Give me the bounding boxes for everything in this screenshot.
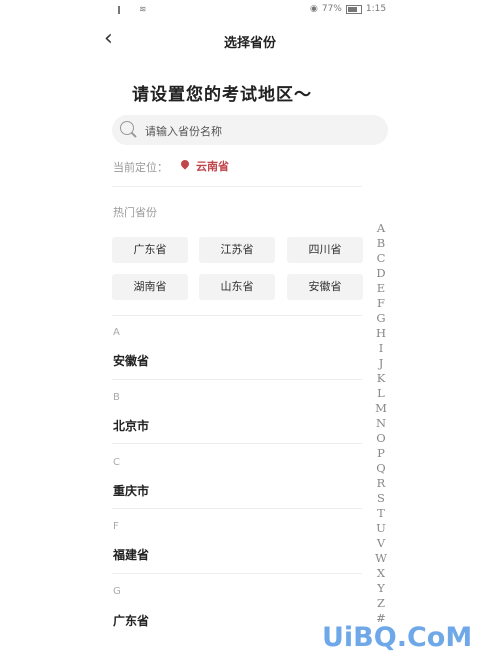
index-letter[interactable]: C xyxy=(377,251,386,266)
watermark: UiBQ.CoM xyxy=(322,622,473,653)
index-letter[interactable]: U xyxy=(376,521,386,536)
group-letter-a: A xyxy=(113,327,120,338)
index-letter[interactable]: E xyxy=(377,281,385,296)
divider xyxy=(112,443,362,444)
index-letter[interactable]: J xyxy=(379,356,384,371)
index-letter[interactable]: Y xyxy=(377,581,385,596)
index-letter[interactable]: O xyxy=(376,431,385,446)
group-letter-g: G xyxy=(113,586,121,597)
header: 选择省份 ‹ xyxy=(0,24,500,58)
page-title: 选择省份 xyxy=(223,36,276,51)
index-letter[interactable]: A xyxy=(377,221,385,236)
alphabet-index[interactable]: A B C D E F G H I J K L M N O P Q R S T U V W X Y Z # xyxy=(372,221,390,626)
chevron-left-icon[interactable]: ‹ xyxy=(104,28,113,50)
index-letter[interactable]: T xyxy=(377,506,385,521)
group-letter-b: B xyxy=(113,392,120,403)
index-letter[interactable]: H xyxy=(376,326,386,341)
index-letter[interactable]: M xyxy=(375,401,387,416)
wifi-icon: ≋ xyxy=(139,5,147,15)
divider xyxy=(112,186,362,187)
divider xyxy=(112,379,362,380)
province-item[interactable]: 重庆市 xyxy=(113,482,149,499)
province-item[interactable]: 安徽省 xyxy=(113,352,149,369)
status-right: ◉ 77% 1:15 xyxy=(310,4,386,14)
index-letter[interactable]: G xyxy=(376,311,385,326)
divider xyxy=(112,315,362,316)
index-letter[interactable]: R xyxy=(377,476,386,491)
index-letter[interactable]: Q xyxy=(376,461,385,476)
index-letter[interactable]: N xyxy=(376,416,386,431)
index-letter[interactable]: B xyxy=(377,236,385,251)
status-left: ≋ xyxy=(118,5,147,15)
status-time: 1:15 xyxy=(365,4,387,14)
province-item[interactable]: 广东省 xyxy=(113,612,149,629)
divider xyxy=(112,508,362,509)
battery-percent: 77% xyxy=(321,4,342,14)
hot-provinces-title: 热门省份 xyxy=(113,206,157,219)
hot-province-chip[interactable]: 江苏省 xyxy=(199,237,275,263)
search-icon xyxy=(120,121,134,135)
province-item[interactable]: 福建省 xyxy=(113,546,149,563)
hot-province-chip[interactable]: 广东省 xyxy=(112,237,188,263)
status-bar: ≋ ◉ 77% 1:15 xyxy=(0,0,500,22)
index-letter[interactable]: X xyxy=(377,566,385,581)
battery-icon xyxy=(345,4,362,14)
group-letter-f: F xyxy=(113,521,119,532)
location-pin-icon xyxy=(179,158,191,170)
search-input[interactable] xyxy=(143,121,367,141)
index-letter[interactable]: Z xyxy=(377,596,385,611)
index-letter[interactable]: I xyxy=(379,341,384,356)
hot-province-chip[interactable]: 山东省 xyxy=(199,274,275,300)
eye-icon: ◉ xyxy=(310,4,318,14)
index-letter[interactable]: S xyxy=(377,491,385,506)
signal-icon xyxy=(118,6,136,14)
index-letter[interactable]: K xyxy=(377,371,386,386)
current-location-value[interactable]: 云南省 xyxy=(196,158,229,174)
divider xyxy=(112,573,362,574)
hot-province-chip[interactable]: 安徽省 xyxy=(287,274,363,300)
index-letter[interactable]: D xyxy=(376,266,385,281)
current-location-label: 当前定位： xyxy=(113,161,168,174)
hot-province-chip[interactable]: 湖南省 xyxy=(112,274,188,300)
index-letter[interactable]: F xyxy=(377,296,385,311)
province-item[interactable]: 北京市 xyxy=(113,417,149,434)
group-letter-c: C xyxy=(113,457,120,468)
index-letter[interactable]: L xyxy=(377,386,385,401)
index-letter[interactable]: V xyxy=(377,536,385,551)
region-prompt: 请设置您的考试地区～ xyxy=(132,85,312,105)
hot-province-chip[interactable]: 四川省 xyxy=(287,237,363,263)
index-letter[interactable]: P xyxy=(377,446,385,461)
search-bar[interactable] xyxy=(112,115,388,145)
index-letter[interactable]: W xyxy=(375,551,387,566)
